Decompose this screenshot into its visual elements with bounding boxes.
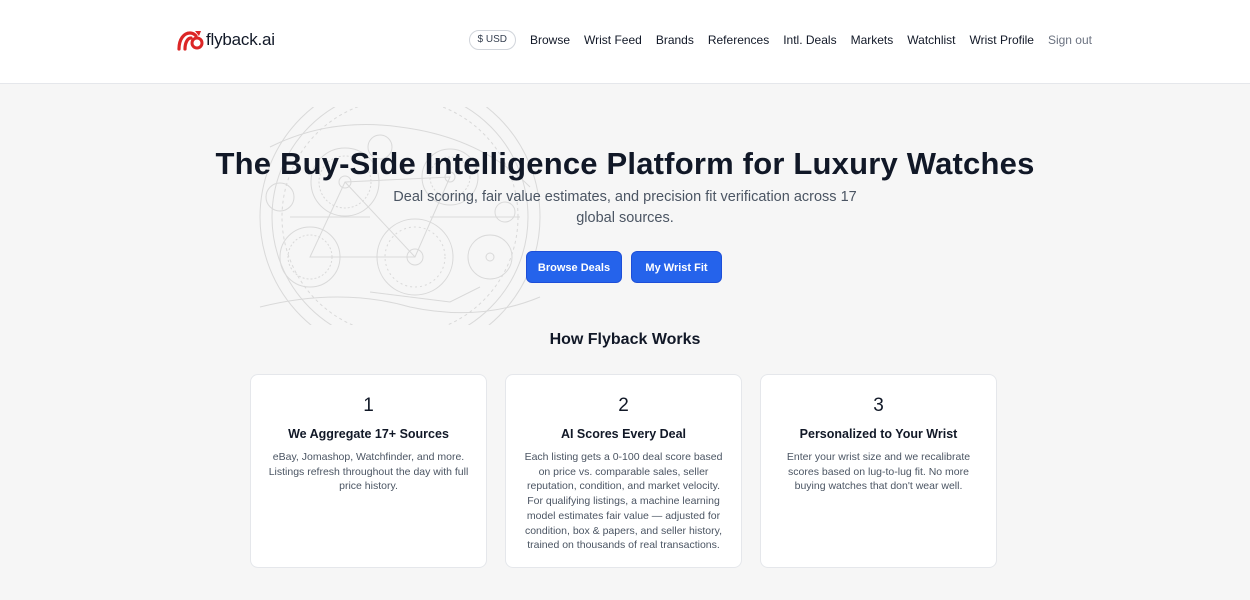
step-title: Personalized to Your Wrist [799,427,958,441]
hero-subtitle: Deal scoring, fair value estimates, and … [393,189,857,226]
my-wrist-fit-button[interactable]: My Wrist Fit [631,251,722,283]
step-number: 2 [618,395,629,416]
step-card-personalized: 3 Personalized to Your Wrist Enter your … [760,374,997,568]
browse-deals-button[interactable]: Browse Deals [526,251,622,283]
nav-link-brands[interactable]: Brands [656,33,694,47]
currency-selector[interactable]: $ USD [468,30,516,50]
step-number: 3 [873,395,884,416]
flyback-logo-icon [177,31,204,51]
step-description: Each listing gets a 0-100 deal score bas… [524,451,723,552]
nav-link-markets[interactable]: Markets [851,33,894,47]
brand-logo[interactable]: flyback.ai [176,28,275,52]
hero-title: The Buy-Side Intelligence Platform for L… [215,146,1035,181]
step-description: Enter your wrist size and we recalibrate… [786,451,971,493]
nav-link-references[interactable]: References [708,33,769,47]
nav-link-watchlist[interactable]: Watchlist [907,33,955,47]
nav-link-browse[interactable]: Browse [530,33,570,47]
step-number: 1 [363,395,374,416]
nav-link-wrist-feed[interactable]: Wrist Feed [584,33,642,47]
how-it-works-title: How Flyback Works [549,331,701,348]
step-title: We Aggregate 17+ Sources [288,427,449,441]
top-navigation-bar: flyback.ai $ USD Browse Wrist Feed Brand… [0,0,1250,84]
step-description: eBay, Jomashop, Watchfinder, and more. L… [268,451,469,493]
step-card-ai-scores: 2 AI Scores Every Deal Each listing gets… [505,374,742,568]
nav-link-wrist-profile[interactable]: Wrist Profile [970,33,1034,47]
main-nav: $ USD Browse Wrist Feed Brands Reference… [468,30,1092,50]
sign-out-link[interactable]: Sign out [1048,33,1092,47]
step-card-aggregate: 1 We Aggregate 17+ Sources eBay, Jomasho… [250,374,487,568]
nav-link-intl-deals[interactable]: Intl. Deals [783,33,836,47]
brand-name: flyback.ai [206,30,275,49]
step-title: AI Scores Every Deal [560,427,687,441]
